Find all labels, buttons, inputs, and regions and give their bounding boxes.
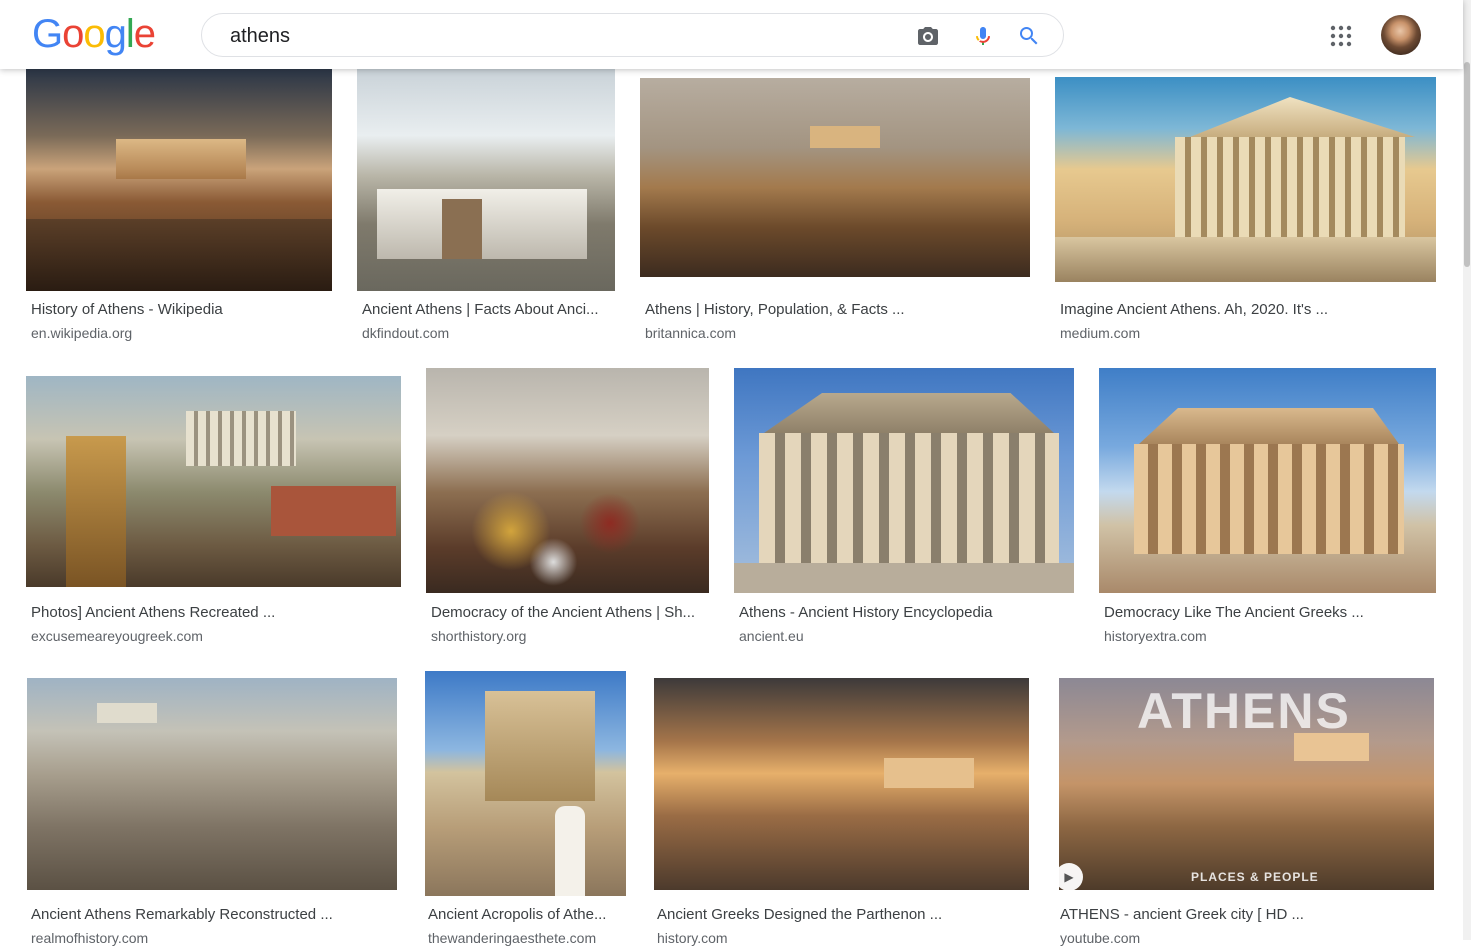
result-thumbnail[interactable] bbox=[426, 368, 709, 593]
result-thumbnail[interactable] bbox=[425, 671, 626, 896]
play-icon[interactable]: ▶ bbox=[1055, 863, 1083, 891]
logo-letter: o bbox=[83, 12, 105, 56]
result-source[interactable]: ancient.eu bbox=[739, 628, 804, 644]
image-result-card[interactable]: Athens | History, Population, & Facts ..… bbox=[640, 69, 1030, 359]
result-title[interactable]: Ancient Acropolis of Athe... bbox=[428, 906, 624, 923]
logo-letter: o bbox=[62, 12, 84, 56]
result-title[interactable]: Ancient Greeks Designed the Parthenon ..… bbox=[657, 906, 1027, 923]
result-source[interactable]: realmofhistory.com bbox=[31, 930, 148, 946]
video-overlay-title: ATHENS bbox=[1137, 683, 1351, 739]
video-overlay-caption: PLACES & PEOPLE bbox=[1191, 870, 1319, 884]
result-title[interactable]: Imagine Ancient Athens. Ah, 2020. It's .… bbox=[1060, 301, 1430, 318]
result-thumbnail[interactable] bbox=[640, 78, 1030, 277]
result-source[interactable]: youtube.com bbox=[1060, 930, 1140, 946]
search-box[interactable] bbox=[201, 13, 1064, 57]
result-source[interactable]: historyextra.com bbox=[1104, 628, 1207, 644]
logo-letter: l bbox=[125, 12, 135, 56]
result-thumbnail[interactable] bbox=[1055, 77, 1436, 282]
result-thumbnail[interactable] bbox=[654, 678, 1029, 890]
image-result-card[interactable]: Athens - Ancient History Encyclopedia an… bbox=[734, 368, 1074, 658]
logo-letter: g bbox=[104, 12, 127, 56]
image-result-card[interactable]: Ancient Greeks Designed the Parthenon ..… bbox=[652, 671, 1029, 946]
result-thumbnail[interactable] bbox=[357, 69, 615, 291]
result-title[interactable]: History of Athens - Wikipedia bbox=[31, 301, 331, 318]
result-thumbnail[interactable] bbox=[26, 376, 401, 587]
result-thumbnail[interactable]: ATHENS PLACES & PEOPLE bbox=[1059, 678, 1434, 890]
search-icon[interactable] bbox=[1017, 24, 1041, 48]
result-thumbnail[interactable] bbox=[27, 678, 397, 890]
result-title[interactable]: Democracy of the Ancient Athens | Sh... bbox=[431, 604, 706, 621]
result-title[interactable]: Democracy Like The Ancient Greeks ... bbox=[1104, 604, 1434, 621]
result-thumbnail[interactable] bbox=[734, 368, 1074, 593]
account-avatar[interactable] bbox=[1381, 15, 1421, 55]
result-source[interactable]: dkfindout.com bbox=[362, 325, 449, 341]
result-source[interactable]: excusemeareyougreek.com bbox=[31, 628, 203, 644]
result-source[interactable]: history.com bbox=[657, 930, 728, 946]
logo-letter: G bbox=[32, 12, 63, 56]
image-result-card[interactable]: Democracy of the Ancient Athens | Sh... … bbox=[426, 368, 709, 658]
scrollbar-thumb[interactable] bbox=[1464, 62, 1470, 267]
result-source[interactable]: britannica.com bbox=[645, 325, 736, 341]
image-result-card[interactable]: ATHENS PLACES & PEOPLE ▶ ATHENS - ancien… bbox=[1055, 671, 1436, 946]
image-result-card[interactable]: Photos] Ancient Athens Recreated ... exc… bbox=[26, 368, 401, 658]
search-input[interactable] bbox=[228, 24, 872, 49]
result-title[interactable]: Ancient Athens Remarkably Reconstructed … bbox=[31, 906, 396, 923]
result-title[interactable]: Athens | History, Population, & Facts ..… bbox=[645, 301, 1025, 318]
image-result-card[interactable]: Ancient Athens Remarkably Reconstructed … bbox=[26, 671, 397, 946]
microphone-icon[interactable] bbox=[971, 24, 995, 48]
apps-grid-icon[interactable] bbox=[1329, 24, 1353, 48]
result-title[interactable]: Photos] Ancient Athens Recreated ... bbox=[31, 604, 396, 621]
result-source[interactable]: shorthistory.org bbox=[431, 628, 526, 644]
image-result-card[interactable]: Democracy Like The Ancient Greeks ... hi… bbox=[1099, 368, 1436, 658]
result-source[interactable]: thewanderingaesthete.com bbox=[428, 930, 596, 946]
result-thumbnail[interactable] bbox=[1099, 368, 1436, 593]
image-result-card[interactable]: Ancient Acropolis of Athe... thewanderin… bbox=[425, 671, 626, 946]
top-bar: Google bbox=[0, 0, 1463, 69]
google-logo[interactable]: Google bbox=[32, 12, 156, 57]
result-title[interactable]: Athens - Ancient History Encyclopedia bbox=[739, 604, 1069, 621]
logo-letter: e bbox=[133, 12, 156, 56]
image-result-card[interactable]: Imagine Ancient Athens. Ah, 2020. It's .… bbox=[1055, 69, 1436, 359]
result-source[interactable]: medium.com bbox=[1060, 325, 1140, 341]
image-result-card[interactable]: History of Athens - Wikipedia en.wikiped… bbox=[26, 69, 332, 359]
result-title[interactable]: ATHENS - ancient Greek city [ HD ... bbox=[1060, 906, 1430, 923]
result-source[interactable]: en.wikipedia.org bbox=[31, 325, 132, 341]
result-title[interactable]: Ancient Athens | Facts About Anci... bbox=[362, 301, 614, 318]
result-thumbnail[interactable] bbox=[26, 69, 332, 291]
image-result-card[interactable]: Ancient Athens | Facts About Anci... dkf… bbox=[357, 69, 615, 359]
camera-icon[interactable] bbox=[916, 24, 940, 48]
